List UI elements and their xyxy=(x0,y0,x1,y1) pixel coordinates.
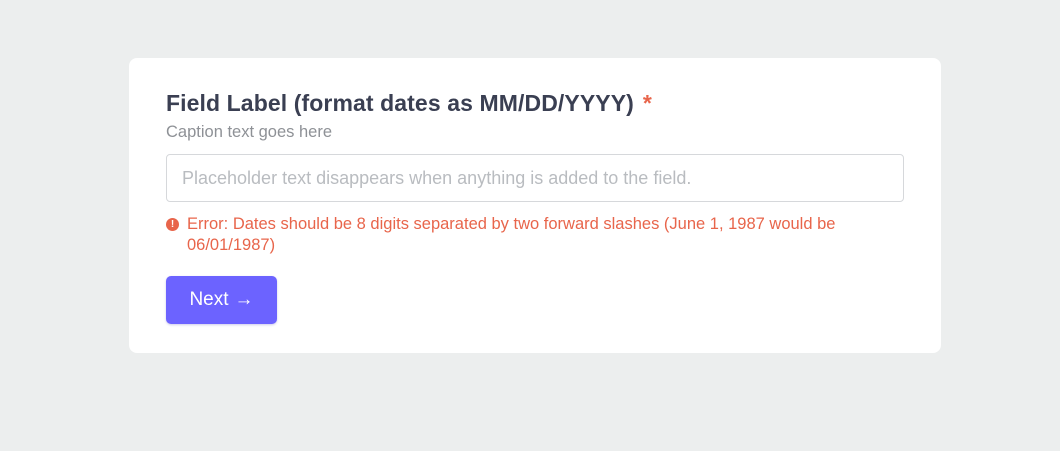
required-marker: * xyxy=(642,90,652,116)
field-caption: Caption text goes here xyxy=(166,123,333,141)
alert-circle-icon: ! xyxy=(166,218,179,231)
field-label-row: Field Label (format dates as MM/DD/YYYY)… xyxy=(166,90,904,120)
form-card: Field Label (format dates as MM/DD/YYYY)… xyxy=(129,58,941,353)
next-button[interactable]: Next → xyxy=(166,276,277,324)
error-message-row: ! Error: Dates should be 8 digits separa… xyxy=(166,214,904,256)
next-button-label: Next xyxy=(189,289,229,310)
arrow-right-icon: → xyxy=(234,289,254,310)
field-label: Field Label (format dates as MM/DD/YYYY) xyxy=(166,90,634,116)
error-message: Error: Dates should be 8 digits separate… xyxy=(187,215,836,254)
date-input[interactable] xyxy=(166,154,904,202)
